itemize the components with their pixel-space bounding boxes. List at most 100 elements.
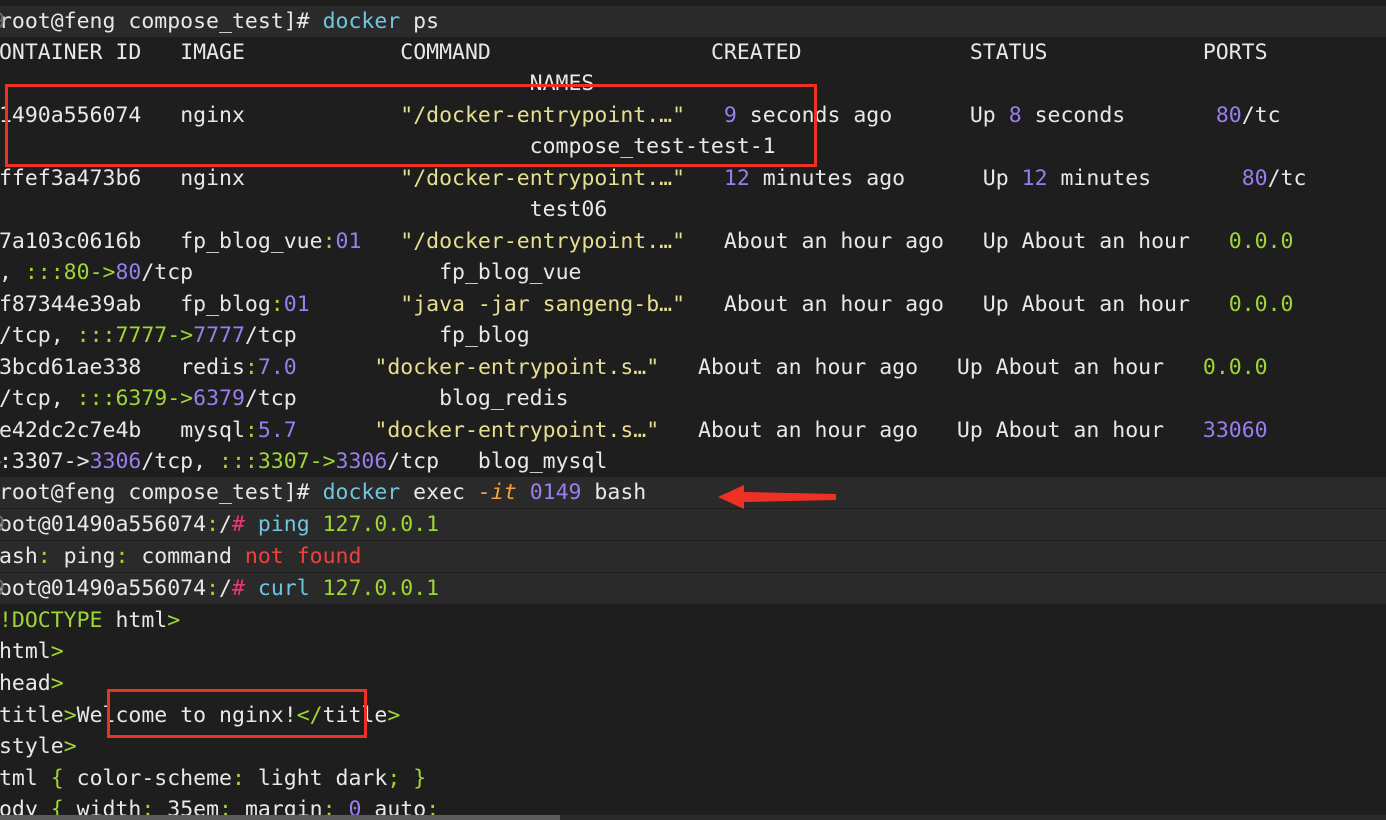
cell-names: fp_blog [439, 323, 530, 348]
cell-image: nginx [180, 103, 245, 128]
scrollbar-thumb[interactable] [0, 815, 560, 820]
table-row-names: compose_test-test-1 [0, 131, 1386, 162]
cell-names: test06 [529, 197, 608, 222]
nginx-title-text: Welcome to nginx! [76, 703, 297, 728]
cell-command: "/docker-entrypoint.…" [400, 229, 686, 254]
table-row-ports-wrap: 0:3307->3306/tcp, :::3307->3306/tcp blog… [0, 449, 608, 474]
cell-container-id: 1f87344e39ab [0, 292, 142, 317]
cell-container-id: 01490a556074 [0, 103, 142, 128]
cell-image-tag: 01 [283, 292, 310, 317]
command-name: docker [322, 9, 401, 34]
col-container-id: CONTAINER ID [0, 40, 142, 65]
curl-output-line-title: <title>Welcome to nginx!</title> [0, 703, 401, 728]
cell-status: Up About an hour [956, 418, 1165, 443]
command-name: ping [257, 512, 310, 537]
cell-status-num: 8 [1008, 103, 1022, 128]
error-text: not found [244, 544, 362, 569]
cell-container-id: f7a103c0616b [0, 229, 142, 254]
cell-ports-rest: /tc [1241, 103, 1281, 128]
container-id-arg: 0149 [529, 480, 582, 505]
table-row: 01490a556074 nginx "/docker-entrypoint.…… [0, 100, 1386, 131]
table-row: fffef3a473b6 nginx "/docker-entrypoint.…… [0, 163, 1386, 194]
cell-created-rest: minutes ago [749, 166, 906, 191]
cell-status: Up About an hour [956, 355, 1165, 380]
cell-names: blog_redis [439, 386, 569, 411]
col-image: IMAGE [180, 40, 245, 65]
cell-created: About an hour ago [723, 292, 944, 317]
shell-prompt: [root@feng compose_test]# [0, 480, 310, 505]
cell-status: Up About an hour [982, 292, 1190, 317]
cell-command: "docker-entrypoint.s…" [374, 418, 660, 443]
cell-status-num: 12 [1021, 166, 1048, 191]
table-row: f7a103c0616b fp_blog_vue:01 "/docker-ent… [0, 226, 1386, 257]
terminal-window: [root@feng compose_test]# docker ps CONT… [0, 0, 1386, 820]
command-flag: -it [477, 480, 517, 505]
cell-created: About an hour ago [698, 418, 919, 443]
cell-ports-num: 0.0.0 [1202, 355, 1268, 380]
col-names: NAMES [529, 71, 595, 96]
cell-command: "/docker-entrypoint.…" [400, 103, 686, 128]
terminal-output[interactable]: [root@feng compose_test]# docker ps CONT… [0, 0, 1386, 820]
cell-image: fp_blog_vue [180, 229, 323, 254]
command-line-docker-ps: [root@feng compose_test]# docker ps [0, 6, 1386, 37]
cell-status-rest: minutes [1047, 166, 1152, 191]
cell-created-num: 12 [723, 166, 750, 191]
cell-created: About an hour ago [723, 229, 944, 254]
cell-container-id: fffef3a473b6 [0, 166, 142, 191]
curl-output-line: html { color-scheme: light dark; } [0, 766, 427, 791]
cell-status-rest: seconds [1021, 103, 1126, 128]
cell-image: nginx [180, 166, 245, 191]
cell-created-rest: seconds ago [736, 103, 893, 128]
cell-image: redis [180, 355, 245, 380]
cell-created-num: 9 [723, 103, 737, 128]
command-name: docker [322, 480, 401, 505]
table-row-names: test06 [0, 194, 1386, 225]
ip-argument: 127.0.0.1 [322, 576, 440, 601]
docker-ps-header-wrap: NAMES [0, 68, 1386, 99]
table-row: ce42dc2c7e4b mysql:5.7 "docker-entrypoin… [0, 415, 1386, 446]
shell-prompt: [root@feng compose_test]# [0, 9, 310, 34]
cell-command: "/docker-entrypoint.…" [400, 166, 686, 191]
col-command: COMMAND [400, 40, 491, 65]
cell-container-id: ce42dc2c7e4b [0, 418, 142, 443]
command-line-curl: root@01490a556074:/# curl 127.0.0.1 [0, 576, 440, 601]
cell-created: About an hour ago [698, 355, 919, 380]
left-gutter-clipped-glyphs: 9 - 9 - 9 [0, 0, 16, 820]
cell-image-tag: 5.7 [257, 418, 297, 443]
cell-image: fp_blog [180, 292, 271, 317]
col-created: CREATED [710, 40, 802, 65]
curl-output-line: <style> [0, 734, 77, 759]
table-row-ports-wrap: 9/tcp, :::6379->6379/tcp blog_redis [0, 386, 569, 411]
col-status: STATUS [969, 40, 1048, 65]
curl-output-line: <head> [0, 671, 64, 696]
col-ports: PORTS [1202, 40, 1268, 65]
cell-ports-num: 80 [1215, 103, 1242, 128]
command-line-ping: root@01490a556074:/# ping 127.0.0.1 [0, 512, 440, 537]
cell-names: fp_blog_vue [439, 260, 582, 285]
cell-container-id: 23bcd61ae338 [0, 355, 142, 380]
table-row: 1f87344e39ab fp_blog:01 "java -jar sange… [0, 289, 1386, 320]
cell-status: Up About an hour [982, 229, 1190, 254]
cell-names: compose_test-test-1 [529, 134, 776, 159]
cell-ports-num: 80 [1241, 166, 1268, 191]
cell-image-tag: 01 [335, 229, 362, 254]
cell-image-tag: 7.0 [257, 355, 297, 380]
curl-output-line: <!DOCTYPE html> [0, 608, 181, 633]
cell-ports-num: 33060 [1202, 418, 1268, 443]
command-line-docker-exec: [root@feng compose_test]# docker exec -i… [0, 477, 1386, 508]
cell-ports-num: 0.0.0 [1228, 292, 1294, 317]
curl-output-line: <html> [0, 639, 64, 664]
table-row-ports-wrap: 7/tcp, :::7777->7777/tcp fp_blog [0, 323, 530, 348]
docker-ps-header: CONTAINER ID IMAGE COMMAND CREATED STATU… [0, 37, 1386, 68]
cell-image: mysql [180, 418, 245, 443]
cell-command: "docker-entrypoint.s…" [374, 355, 660, 380]
horizontal-scrollbar[interactable] [0, 815, 1386, 820]
command-name: curl [257, 576, 310, 601]
cell-names: blog_mysql [477, 449, 608, 474]
cell-ports-rest: /tc [1267, 166, 1307, 191]
table-row: 23bcd61ae338 redis:7.0 "docker-entrypoin… [0, 352, 1386, 383]
table-row-ports-wrap: p, :::80->80/tcp fp_blog_vue [0, 260, 582, 285]
cell-command: "java -jar sangeng-b…" [400, 292, 686, 317]
ping-error-output: bash: ping: command not found [0, 544, 362, 569]
ip-argument: 127.0.0.1 [322, 512, 440, 537]
